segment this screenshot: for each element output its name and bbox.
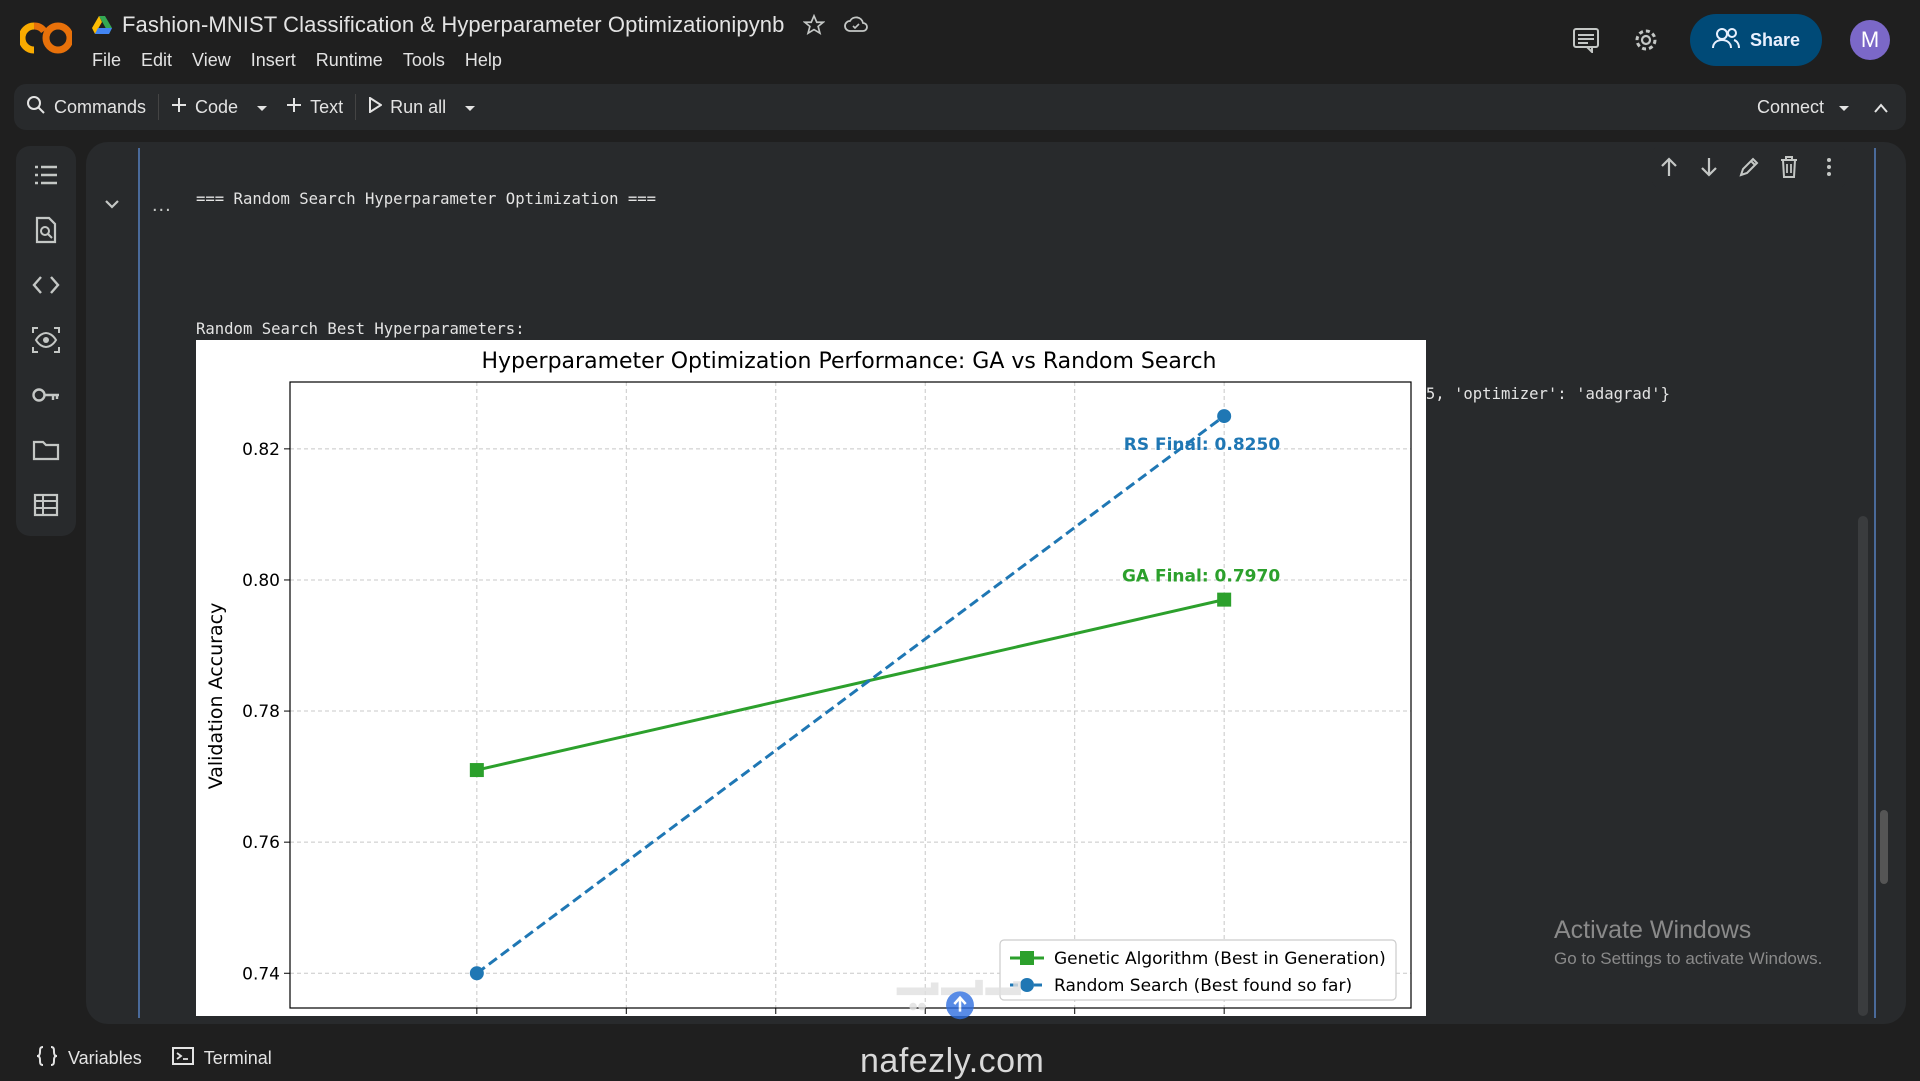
terminal-icon — [171, 1046, 194, 1070]
menu-insert[interactable]: Insert — [251, 50, 296, 71]
chart-svg: Hyperparameter Optimization Performance:… — [205, 349, 1412, 1014]
avatar[interactable]: M — [1850, 20, 1890, 60]
plus-icon — [171, 97, 187, 118]
data-point-ga — [1217, 592, 1232, 607]
chevron-down-icon[interactable] — [1838, 97, 1850, 118]
menu-view[interactable]: View — [192, 50, 231, 71]
table-of-contents-icon[interactable] — [31, 158, 61, 192]
plus-icon — [286, 97, 302, 118]
series-line-rs — [475, 414, 1226, 975]
find-replace-icon[interactable] — [31, 213, 61, 247]
y-axis-label: Validation Accuracy — [205, 603, 227, 790]
move-down-icon[interactable] — [1698, 156, 1720, 178]
legend-label: Genetic Algorithm (Best in Generation) — [1054, 949, 1386, 969]
brand-watermark-text: nafezly.com — [860, 1042, 1045, 1080]
braces-icon — [36, 1045, 58, 1071]
settings-gear-icon[interactable] — [1630, 24, 1662, 56]
output-actions-icon[interactable]: ... — [152, 195, 172, 215]
code-snippets-icon[interactable] — [31, 268, 61, 302]
cell-right-border — [1874, 148, 1876, 1018]
play-icon — [368, 95, 383, 118]
menu-edit[interactable]: Edit — [141, 50, 172, 71]
code-dropdown[interactable] — [250, 84, 274, 130]
y-ticks: 0.74 0.76 0.78 0.80 0.82 — [242, 440, 290, 984]
data-point-rs — [469, 966, 484, 981]
data-point-rs — [1217, 409, 1232, 424]
chevron-down-icon — [464, 97, 476, 118]
more-vert-icon[interactable] — [1818, 156, 1840, 178]
search-icon — [26, 95, 46, 120]
left-sidebar — [16, 146, 76, 536]
cloud-saved-icon[interactable] — [844, 13, 869, 37]
cell-left-border — [138, 148, 140, 1018]
chevron-down-icon — [256, 97, 268, 118]
plot-output-image: Hyperparameter Optimization Performance:… — [196, 340, 1426, 1016]
scrollbar-track[interactable] — [1858, 516, 1868, 1016]
variables-button[interactable]: Variables — [36, 1045, 142, 1071]
y-tick-label: 0.76 — [242, 833, 280, 853]
annotation-rs-final: RS Final: 0.8250 — [1124, 435, 1281, 455]
terminal-button[interactable]: Terminal — [171, 1046, 272, 1070]
collapse-output-chevron-icon[interactable] — [100, 192, 124, 216]
commands-button[interactable]: Commands — [14, 84, 158, 130]
run-all-label: Run all — [390, 96, 447, 117]
output-line: Random Search Best Hyperparameters: — [196, 319, 525, 338]
top-bar: Fashion-MNIST Classification & Hyperpara… — [0, 0, 1920, 80]
add-text-button[interactable]: Text — [274, 84, 355, 130]
text-label: Text — [310, 96, 344, 117]
series-layer — [469, 409, 1232, 981]
people-icon — [1711, 27, 1740, 54]
annotation-ga-final: GA Final: 0.7970 — [1122, 567, 1280, 587]
scrollbar-thumb[interactable] — [1880, 810, 1888, 884]
watermark-subtitle: Go to Settings to activate Windows. — [1554, 949, 1823, 968]
run-all-button[interactable]: Run all — [356, 84, 458, 130]
menu-bar: File Edit View Insert Runtime Tools Help — [92, 50, 502, 71]
menu-runtime[interactable]: Runtime — [316, 50, 383, 71]
output-blank-line — [196, 254, 1670, 276]
comments-icon[interactable] — [1570, 24, 1602, 56]
menu-help[interactable]: Help — [465, 50, 502, 71]
variables-label: Variables — [68, 1047, 142, 1068]
cell-actions-toolbar — [1652, 146, 1846, 188]
menu-file[interactable]: File — [92, 50, 121, 71]
notebook-toolbar: Commands Code Text Run all Connect — [14, 84, 1906, 130]
y-tick-label: 0.82 — [242, 440, 280, 460]
notebook-title[interactable]: Fashion-MNIST Classification & Hyperpara… — [122, 12, 784, 38]
secrets-eye-icon[interactable] — [31, 323, 61, 357]
output-line: === Random Search Hyperparameter Optimiz… — [196, 190, 657, 209]
data-table-icon[interactable] — [31, 488, 61, 522]
connect-button[interactable]: Connect — [1757, 97, 1824, 118]
legend-marker-square — [1020, 951, 1034, 965]
series-line-ga — [476, 598, 1225, 772]
folder-icon[interactable] — [31, 433, 61, 467]
watermark-title: Activate Windows — [1554, 916, 1752, 944]
chevron-up-icon[interactable] — [1874, 97, 1888, 118]
code-label: Code — [195, 96, 239, 117]
annotations-layer: RS Final: 0.8250 GA Final: 0.7970 — [1122, 435, 1280, 587]
edit-pencil-icon[interactable] — [1738, 156, 1760, 178]
share-label: Share — [1749, 29, 1801, 50]
chart-title: Hyperparameter Optimization Performance:… — [481, 349, 1216, 374]
y-tick-label: 0.80 — [242, 571, 280, 591]
y-tick-label: 0.78 — [242, 702, 280, 722]
share-button[interactable]: Share — [1690, 14, 1822, 66]
legend-label: Random Search (Best found so far) — [1054, 976, 1352, 996]
brand-watermark-logo — [896, 979, 1021, 1020]
y-tick-label: 0.74 — [242, 964, 280, 984]
code-cell: ... === Random Search Hyperparameter Opt… — [86, 142, 1906, 1024]
run-all-dropdown[interactable] — [458, 84, 482, 130]
star-icon[interactable] — [802, 13, 826, 37]
colab-logo[interactable] — [18, 18, 74, 58]
add-code-button[interactable]: Code — [159, 84, 250, 130]
key-icon[interactable] — [31, 378, 61, 412]
commands-label: Commands — [54, 96, 147, 117]
google-drive-icon — [92, 16, 112, 34]
activate-windows-watermark: Activate Windows Go to Settings to activ… — [1554, 916, 1822, 969]
menu-tools[interactable]: Tools — [403, 50, 445, 71]
terminal-label: Terminal — [203, 1047, 272, 1068]
delete-trash-icon[interactable] — [1778, 156, 1800, 178]
data-point-ga — [469, 763, 484, 778]
